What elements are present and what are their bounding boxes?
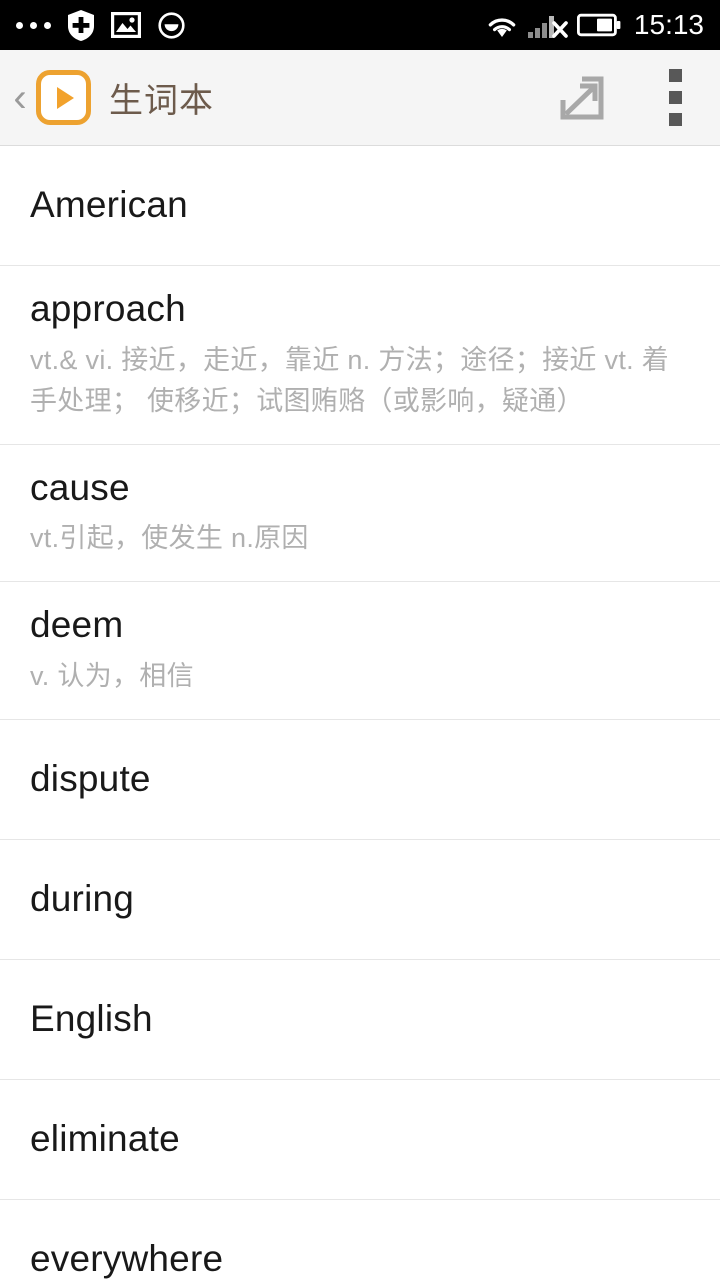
definition-label: vt.& vi. 接近，走近，靠近 n. 方法；途径；接近 vt. 着手处理； …	[30, 344, 670, 416]
list-item[interactable]: American	[0, 146, 720, 266]
list-item[interactable]: approach vt.& vi. 接近，走近，靠近 n. 方法；途径；接近 vt…	[0, 266, 720, 445]
list-item[interactable]: dispute	[0, 719, 720, 840]
share-icon[interactable]	[557, 73, 607, 123]
app-bar-actions	[557, 69, 720, 126]
shield-plus-icon	[68, 9, 94, 41]
more-dots-icon	[16, 21, 51, 29]
image-icon	[111, 12, 141, 38]
word-label: during	[30, 877, 135, 919]
status-bar-right-icons: 15:13	[485, 9, 704, 41]
list-item[interactable]: cause vt.引起，使发生 n.原因	[0, 444, 720, 583]
status-bar-left-icons	[16, 9, 185, 41]
play-triangle-icon	[57, 86, 74, 109]
list-item[interactable]: deem v. 认为，相信	[0, 582, 720, 720]
list-item[interactable]: English	[0, 959, 720, 1080]
status-bar-clock: 15:13	[633, 9, 704, 40]
definition-label: v. 认为，相信	[30, 660, 194, 691]
status-bar: 15:13	[0, 0, 720, 50]
list-item[interactable]: during	[0, 839, 720, 960]
word-label: everywhere	[30, 1238, 224, 1280]
overflow-menu-icon[interactable]	[669, 69, 682, 126]
back-button[interactable]: ‹	[6, 78, 34, 118]
word-label: deem	[30, 604, 124, 646]
page-title: 生词本	[109, 82, 214, 120]
list-item[interactable]: everywhere	[0, 1199, 720, 1280]
wifi-icon	[485, 12, 519, 38]
battery-icon	[576, 13, 621, 37]
word-label: dispute	[30, 757, 151, 799]
signal-no-sim-icon	[527, 12, 568, 38]
app-bar: ‹ 生词本	[0, 50, 720, 146]
word-label: English	[30, 997, 153, 1039]
play-app-icon[interactable]	[36, 70, 91, 125]
circle-half-icon	[158, 11, 185, 39]
list-item[interactable]: eliminate	[0, 1079, 720, 1200]
definition-label: vt.引起，使发生 n.原因	[30, 523, 309, 554]
word-label: American	[30, 184, 188, 226]
vocabulary-list[interactable]: American approach vt.& vi. 接近，走近，靠近 n. 方法；…	[0, 146, 720, 1280]
word-label: approach	[30, 288, 186, 329]
word-label: eliminate	[30, 1117, 180, 1159]
phone-screen: 15:13 ‹ 生词本 American approach vt.& vi. 接近，…	[0, 0, 720, 1280]
word-label: cause	[30, 466, 130, 508]
